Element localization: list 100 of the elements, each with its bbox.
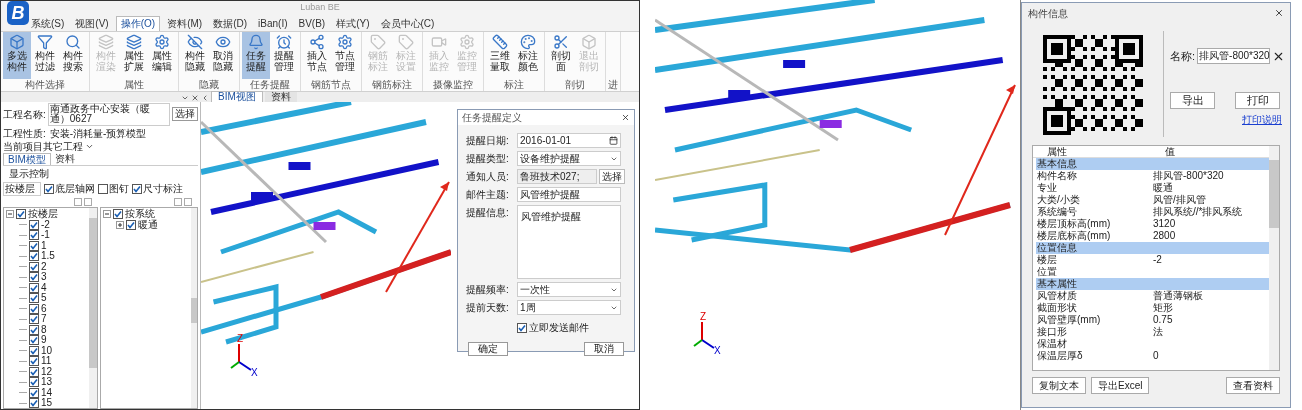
scrollbar[interactable] xyxy=(89,208,97,408)
menu-tab[interactable]: 资料(M) xyxy=(163,17,207,31)
checkbox[interactable] xyxy=(29,356,39,367)
filter-dropdown[interactable]: 按楼层 xyxy=(3,181,41,196)
ribbon-button[interactable]: 构件隐藏 xyxy=(181,32,209,79)
model-viewport[interactable]: Z X xyxy=(655,0,1021,410)
dialog-button[interactable]: 复制文本 xyxy=(1032,377,1086,394)
menu-tab[interactable]: 数据(D) xyxy=(209,17,252,31)
checkbox[interactable] xyxy=(29,345,39,356)
checkbox[interactable] xyxy=(29,324,39,335)
checkbox[interactable] xyxy=(517,322,527,333)
scroll-left-icon[interactable] xyxy=(201,94,209,102)
checkbox[interactable] xyxy=(29,387,39,398)
panel-tab[interactable]: BIM模型 xyxy=(3,153,51,165)
tree-item[interactable]: 暖通 xyxy=(138,219,158,230)
dropdown-icon[interactable] xyxy=(181,94,189,102)
tree-item[interactable]: 按系统 xyxy=(125,209,155,220)
menu-tab[interactable]: 样式(Y) xyxy=(332,17,374,31)
chevron-down-icon[interactable] xyxy=(85,142,94,151)
dropdown[interactable]: 一次性 xyxy=(517,282,621,297)
input-field[interactable]: 风管维护提醒 xyxy=(517,187,621,202)
ribbon-button[interactable]: 节点管理 xyxy=(331,32,359,79)
checkbox[interactable] xyxy=(126,219,136,230)
close-icon[interactable] xyxy=(1274,8,1284,18)
menu-tab[interactable]: iBan(I) xyxy=(254,17,292,31)
checkbox[interactable] xyxy=(29,293,39,304)
tree-item[interactable]: 按楼层 xyxy=(28,209,58,220)
ribbon-button[interactable]: 构件过滤 xyxy=(31,32,59,79)
tree-item[interactable]: 6 xyxy=(41,303,47,314)
ribbon-button[interactable]: 构件搜索 xyxy=(59,32,87,79)
scrollbar[interactable] xyxy=(1269,146,1279,370)
menu-tab[interactable]: 视图(V) xyxy=(71,17,113,31)
dialog-button[interactable]: 导出 xyxy=(1170,91,1215,109)
tree-item[interactable]: 4 xyxy=(41,282,47,293)
section-heading[interactable]: 显示控制 xyxy=(3,166,198,181)
ribbon-button[interactable]: 任务提醒 xyxy=(242,32,270,79)
dialog-button[interactable]: 取消 xyxy=(584,342,624,356)
tree-item[interactable]: 1 xyxy=(41,240,47,251)
close-icon[interactable] xyxy=(191,94,199,102)
tree-item[interactable]: 9 xyxy=(41,335,47,346)
tree-item[interactable]: 5 xyxy=(41,293,47,304)
tree-item[interactable]: 13 xyxy=(41,377,53,388)
collapse-icon[interactable] xyxy=(6,210,14,219)
ribbon-button[interactable]: 属性编辑 xyxy=(148,32,176,79)
ribbon-button[interactable]: 多选构件 xyxy=(3,32,31,79)
dialog-button[interactable]: 查看资料 xyxy=(1226,377,1280,394)
ribbon-button[interactable]: 提醒管理 xyxy=(270,32,298,79)
dialog-button[interactable]: 导出Excel xyxy=(1091,377,1150,394)
ribbon-button[interactable]: 剖切面 xyxy=(547,32,575,79)
checkbox[interactable] xyxy=(132,183,142,194)
checkbox[interactable] xyxy=(29,314,39,325)
ribbon-button[interactable]: 三维量取 xyxy=(486,32,514,79)
menu-tab[interactable]: 操作(O) xyxy=(115,16,161,31)
checkbox[interactable] xyxy=(29,366,39,377)
project-dropdown[interactable]: 南通政务中心安装（暖通）0627 xyxy=(47,102,170,126)
tree-item[interactable]: -2 xyxy=(41,219,50,230)
checkbox[interactable] xyxy=(29,377,39,388)
menu-tab[interactable]: 系统(S) xyxy=(27,17,69,31)
checkbox[interactable] xyxy=(29,335,39,346)
checkbox[interactable] xyxy=(113,209,123,220)
select-button[interactable]: 选择 xyxy=(172,107,198,121)
checkbox[interactable] xyxy=(29,261,39,272)
ribbon-button[interactable]: 属性扩展 xyxy=(120,32,148,79)
tree-item[interactable]: 14 xyxy=(41,387,53,398)
date-picker[interactable]: 2016-01-01 xyxy=(517,133,621,148)
panel-tab[interactable]: 资料 xyxy=(50,153,79,165)
checkbox[interactable] xyxy=(29,272,39,283)
tree-item[interactable]: 1.5 xyxy=(41,251,55,262)
dialog-button[interactable]: 打印 xyxy=(1235,91,1280,109)
collapse-icon[interactable] xyxy=(103,210,111,219)
scrollbar[interactable] xyxy=(191,208,197,408)
tree-item[interactable]: 12 xyxy=(41,366,53,377)
select-button[interactable]: 选择 xyxy=(599,169,625,184)
message-textarea[interactable]: 风管维护提醒 xyxy=(517,205,621,279)
tree-item[interactable]: 8 xyxy=(41,324,47,335)
tree-item[interactable]: 2 xyxy=(41,261,47,272)
tree-item[interactable]: 11 xyxy=(41,356,52,367)
checkbox[interactable] xyxy=(29,251,39,262)
checkbox[interactable] xyxy=(16,209,26,220)
expand-icon[interactable] xyxy=(116,220,124,229)
name-field[interactable]: 排风管-800*320 xyxy=(1197,48,1271,65)
tree-item[interactable]: 7 xyxy=(41,314,47,325)
column-header[interactable]: 属性 xyxy=(1033,146,1151,157)
input-field[interactable]: 鲁班技术027; xyxy=(517,169,597,184)
help-link[interactable]: 打印说明 xyxy=(1242,111,1282,127)
menu-tab[interactable]: BV(B) xyxy=(294,17,330,31)
checkbox[interactable] xyxy=(29,303,39,314)
menu-tab[interactable]: 会员中心(C) xyxy=(376,17,439,31)
document-tab[interactable]: 资料 xyxy=(264,92,297,102)
ribbon-button[interactable]: 取消隐藏 xyxy=(209,32,237,79)
checkbox[interactable] xyxy=(98,183,108,194)
dropdown[interactable]: 1周 xyxy=(517,300,621,315)
tree-item[interactable]: 3 xyxy=(41,272,47,283)
checkbox[interactable] xyxy=(29,282,39,293)
tree-item[interactable]: 15 xyxy=(41,398,53,408)
ribbon-button[interactable]: 标注颜色 xyxy=(514,32,542,79)
app-logo[interactable]: B xyxy=(7,1,29,25)
dialog-button[interactable]: 确定 xyxy=(468,342,508,356)
tree-item[interactable]: 10 xyxy=(41,345,53,356)
ribbon-button[interactable]: 插入节点 xyxy=(303,32,331,79)
